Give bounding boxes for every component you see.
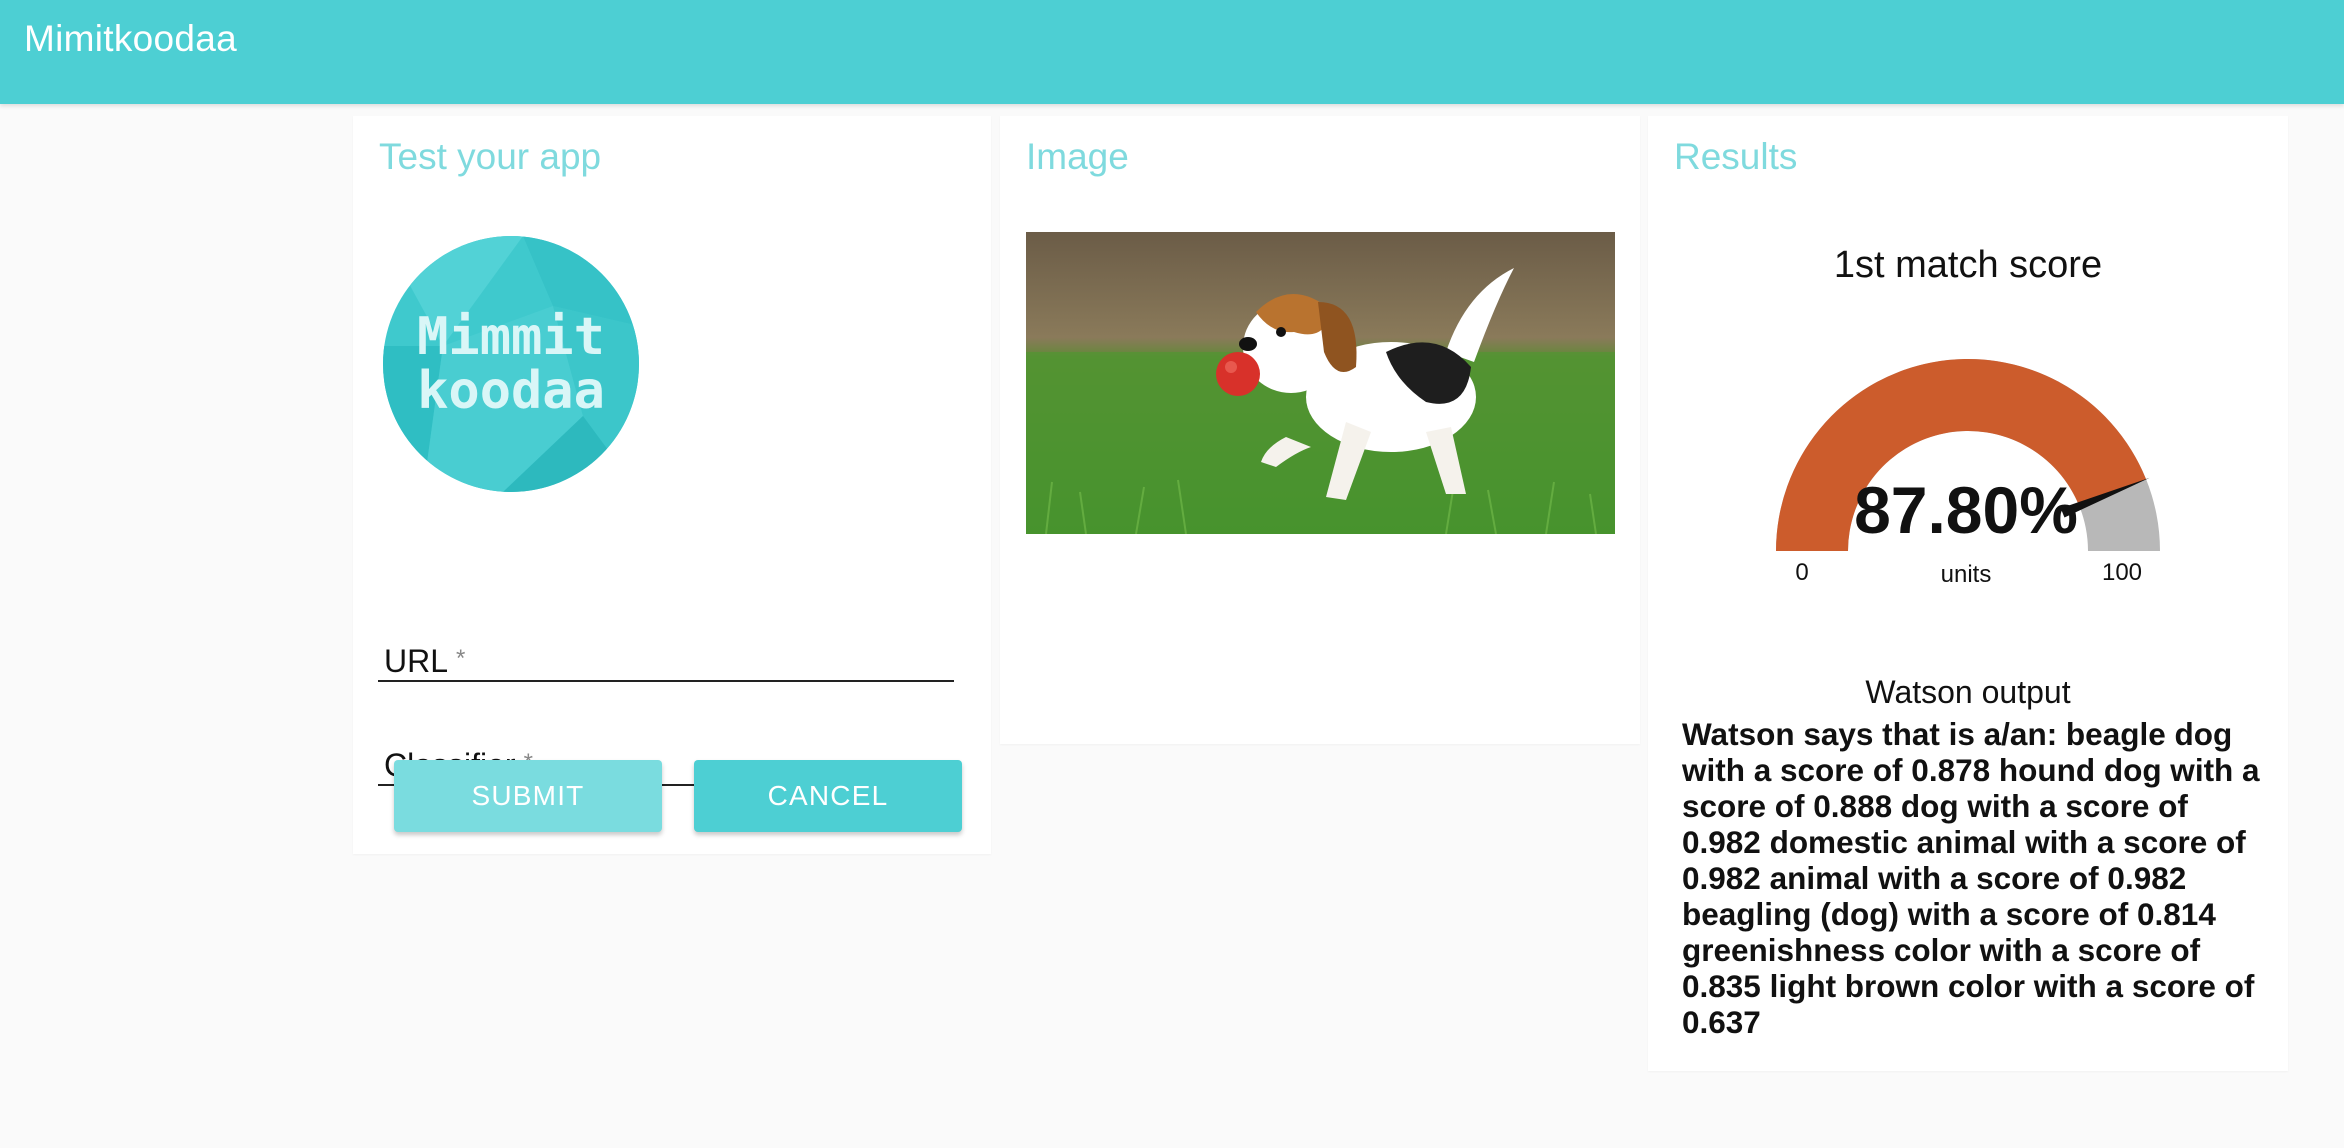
app-bar: Mimitkoodaa [0,0,2344,104]
gauge-units-label: units [1941,561,1992,588]
submit-button[interactable]: SUBMIT [394,760,662,832]
watson-output-title: Watson output [1865,674,2071,710]
url-field[interactable]: URL * [378,620,954,682]
match-score-gauge: 87.80% 0 units 100 [1766,346,2170,606]
app-title[interactable]: Mimitkoodaa [24,18,237,60]
watson-output-text: Watson says that is a/an: beagle dog wit… [1682,716,2260,1040]
gauge-value: 87.80% [1854,473,2078,547]
gauge-min-label: 0 [1795,559,1808,586]
svg-text:Mimmit: Mimmit [417,307,605,367]
results-card: Results 1st match score 87.80% 0 units 1… [1648,116,2288,1071]
beagle-puppy-photo [1026,232,1615,534]
test-app-card: Test your app Mimmit koodaa URL* Classif… [353,116,991,854]
image-card: Image [1000,116,1640,744]
test-app-title: Test your app [379,136,602,177]
gauge-max-label: 100 [2102,559,2142,586]
image-title: Image [1026,136,1129,177]
gauge-title: 1st match score [1833,244,2103,286]
url-label: URL * [384,643,466,679]
results-title: Results [1674,136,1798,177]
cancel-button[interactable]: CANCEL [694,760,962,832]
svg-text:koodaa: koodaa [417,361,605,421]
mimmit-koodaa-logo: Mimmit koodaa [383,236,639,492]
